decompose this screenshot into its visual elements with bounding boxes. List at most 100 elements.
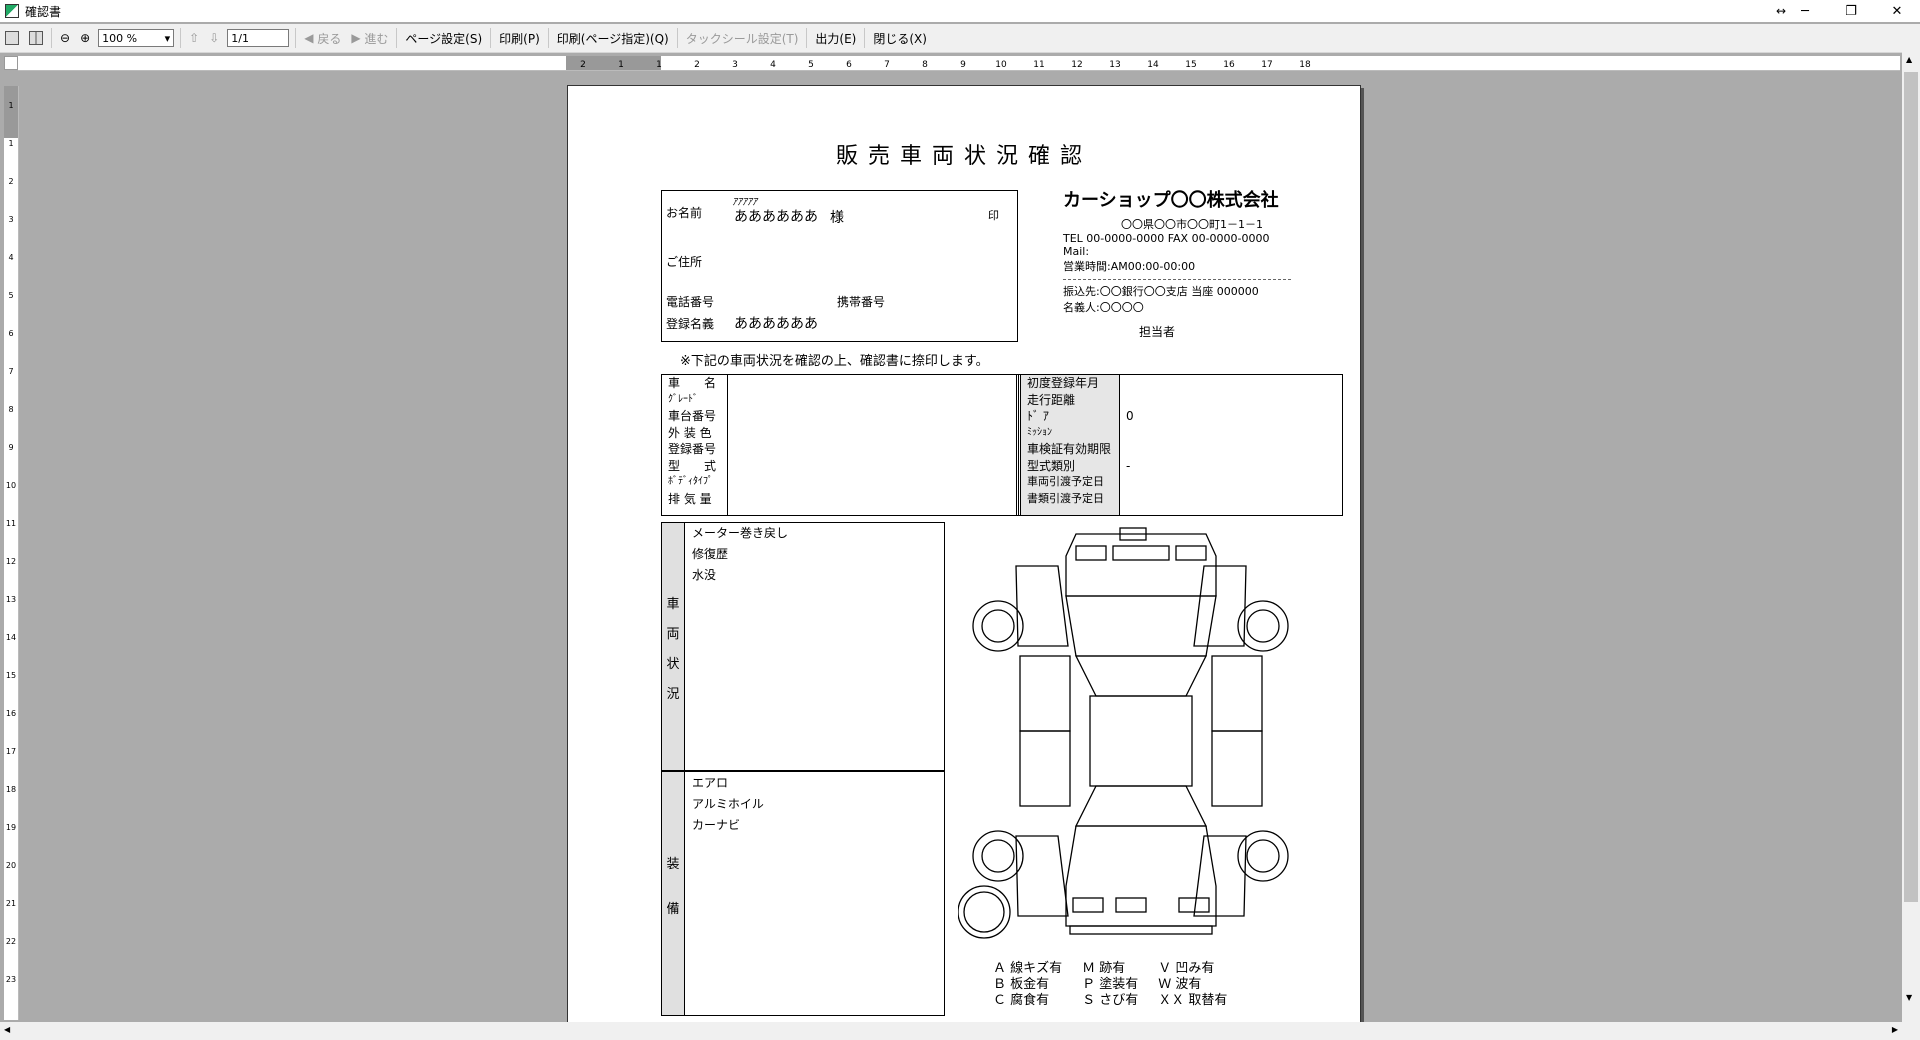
ruler-tick-label: 1 [8, 101, 13, 110]
confirmation-note: ※下記の車両状況を確認の上、確認書に捺印します。 [680, 354, 989, 369]
maximize-button[interactable]: ❐ [1828, 0, 1874, 22]
scroll-right-icon[interactable]: ▶ [1892, 1025, 1898, 1034]
legend-item: Ａ 線キズ有 [993, 961, 1063, 976]
output-button[interactable]: 出力(E) [810, 27, 861, 49]
car-roof [1089, 695, 1193, 787]
zoom-in-button[interactable]: ⊕ [75, 27, 95, 49]
next-page-button[interactable]: ⇩ [204, 27, 224, 49]
ruler-tick-label: 5 [8, 291, 13, 300]
spec-label: 車検証有効期限 [1027, 442, 1112, 456]
vertical-ruler-graphic: 11234567891011121314151617181920212223 [4, 86, 18, 984]
vertical-scrollbar[interactable]: ▲ ▼ [1902, 52, 1920, 1024]
ruler-tick-label: 3 [8, 215, 13, 224]
ruler-tick-label: 17 [6, 747, 16, 756]
close-window-button[interactable]: ✕ [1874, 0, 1920, 22]
toolbar-divider [396, 28, 398, 48]
legend-item: Ｐ 塗装有 [1082, 977, 1139, 992]
equipment-item: アルミホイル [692, 797, 764, 811]
multi-page-view-button[interactable] [24, 27, 48, 49]
ruler-corner [4, 56, 18, 70]
spec-value [1126, 474, 1134, 491]
close-button[interactable]: 閉じる(X) [868, 27, 932, 49]
car-front-right-panel [1193, 565, 1247, 647]
registered-name-value: ああああああ [734, 316, 818, 332]
scroll-down-icon[interactable]: ▼ [1906, 993, 1912, 1002]
print-page-button[interactable]: 印刷(ページ指定)(Q) [552, 27, 674, 49]
ruler-tick-label: 2 [8, 177, 13, 186]
ruler-tick-label: 2 [694, 60, 700, 70]
preview-area[interactable]: 販売車両状況確認 お名前 ｱｱｱｱｱ ああああああ 様 印 ご住所 電話番号 携… [20, 74, 1902, 1024]
single-page-view-button[interactable] [0, 27, 24, 49]
car-headlight [1175, 545, 1207, 561]
ruler-tick-label: 11 [1033, 60, 1044, 70]
ruler-tick-label: 16 [1223, 60, 1235, 70]
mobile-label: 携帯番号 [837, 295, 886, 309]
vehicle-spec-table: 車 名 ｸﾞﾚｰﾄﾞ 車台番号 外 装 色 登録番号 型 式 ﾎﾞﾃﾞｨﾀｲﾌﾟ… [661, 374, 1343, 516]
equipment-side-char: 備 [666, 902, 680, 917]
zoom-select[interactable]: 100 % ▾ [98, 29, 175, 47]
ruler-tick-label: 1 [656, 60, 662, 70]
horizontal-scrollbar[interactable]: ◀ ▶ [0, 1022, 1920, 1040]
forward-button[interactable]: ▶ 進む [346, 27, 393, 49]
toolbar-divider [180, 28, 182, 48]
condition-box: 車 両 状 況 メーター巻き戻し 修復歴 水没 装 備 エアロ アルミホイル カ… [661, 522, 945, 1016]
app-icon [5, 4, 19, 18]
spec-label: 型 式 [668, 458, 717, 473]
print-button[interactable]: 印刷(P) [494, 27, 545, 49]
ruler-tick-label: 15 [1185, 60, 1196, 70]
wheel-circle [1246, 839, 1280, 873]
back-button[interactable]: ◀ 戻る [299, 27, 346, 49]
ruler-tick-label: 13 [1109, 60, 1120, 70]
forward-label: 進む [364, 31, 389, 46]
toolbar-divider [490, 28, 492, 48]
tack-seal-button[interactable]: タックシール設定(T) [681, 27, 804, 49]
minimize-button[interactable]: ─ [1782, 0, 1828, 22]
phone-label: 電話番号 [666, 295, 715, 309]
shop-bank: 振込先:〇〇銀行〇〇支店 当座 000000 [1063, 285, 1259, 298]
arrow-up-icon: ⇧ [189, 31, 200, 45]
shop-info: カーショップ〇〇株式会社 〇〇県〇〇市〇〇町1－1－1 TEL 00-0000-… [1063, 186, 1333, 340]
single-page-icon [5, 31, 19, 45]
shop-divider [1063, 279, 1291, 280]
spare-wheel [963, 891, 1005, 933]
car-hood [1065, 595, 1217, 657]
scroll-left-icon[interactable]: ◀ [4, 1025, 10, 1034]
car-trunk [1065, 825, 1217, 927]
legend-item: ＸＸ 取替有 [1158, 993, 1228, 1008]
legend-item: Ｓ さび有 [1082, 993, 1139, 1008]
legend-item: Ｗ 波有 [1158, 977, 1202, 992]
toolbar-divider [547, 28, 549, 48]
spec-label: ﾎﾞﾃﾞｨﾀｲﾌﾟ [668, 476, 713, 487]
ruler-tick-label: 18 [1299, 60, 1311, 70]
page-setup-button[interactable]: ページ設定(S) [400, 27, 487, 49]
staff-label: 担当者 [1139, 325, 1176, 339]
scroll-up-icon[interactable]: ▲ [1906, 55, 1912, 64]
vertical-scroll-thumb[interactable] [1904, 72, 1918, 902]
ruler-tick-label: 4 [8, 253, 13, 262]
condition-item: メーター巻き戻し [692, 526, 789, 540]
ruler-tick-label: 19 [6, 823, 16, 832]
page-input[interactable]: 1/1 [227, 29, 290, 47]
car-right-door-rear [1211, 730, 1263, 807]
equipment-side-char: 装 [666, 857, 680, 872]
ruler-tick-label: 2 [580, 60, 586, 70]
spec-value [1126, 392, 1134, 409]
legend-item: Ｍ 跡有 [1082, 961, 1126, 976]
honorific: 様 [830, 210, 844, 226]
zoom-out-button[interactable]: ⊖ [55, 27, 75, 49]
ruler-tick-label: 23 [6, 975, 16, 984]
prev-page-button[interactable]: ⇧ [184, 27, 204, 49]
ruler-tick-label: 16 [6, 709, 16, 718]
spec-label: 車台番号 [668, 409, 717, 423]
legend-item: Ｂ 板金有 [993, 977, 1050, 992]
customer-name-value: ああああああ [734, 209, 818, 225]
ruler-tick-label: 20 [6, 861, 16, 870]
toolbar-divider [806, 28, 808, 48]
car-front-left-panel [1015, 565, 1069, 647]
spec-left-labels: 車 名 ｸﾞﾚｰﾄﾞ 車台番号 外 装 色 登録番号 型 式 ﾎﾞﾃﾞｨﾀｲﾌﾟ… [662, 375, 728, 515]
car-left-door-front [1019, 655, 1071, 732]
spec-label: 初度登録年月 [1027, 376, 1100, 390]
condition-side-char: 状 [666, 657, 680, 672]
wheel-circle [972, 600, 1024, 652]
ruler-tick-label: 22 [6, 937, 16, 946]
